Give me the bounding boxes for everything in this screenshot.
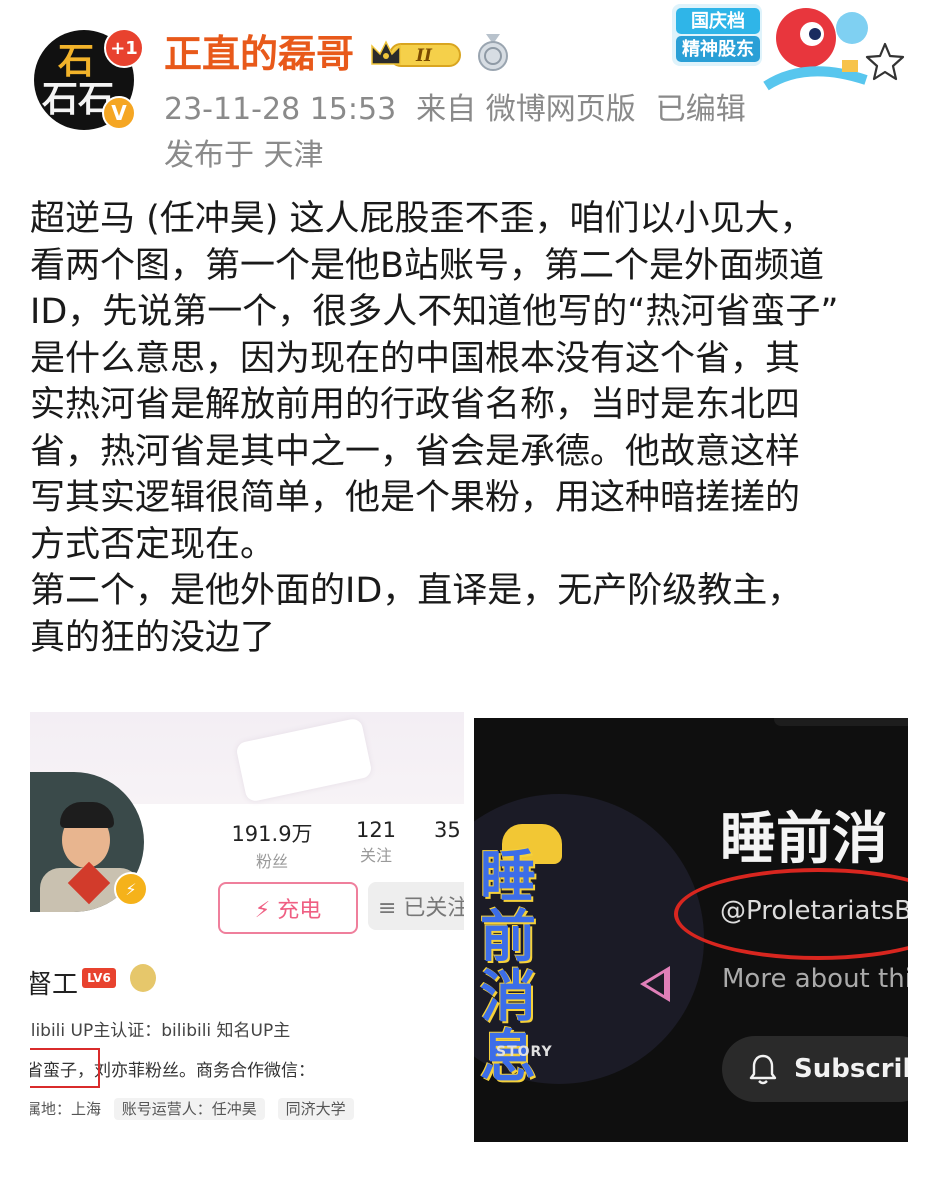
tag-location: 属地：上海 bbox=[30, 1100, 102, 1118]
promo-line2: 精神股东 bbox=[682, 38, 754, 60]
promo-line1: 国庆档 bbox=[691, 10, 745, 32]
tag-school: 同济大学 bbox=[277, 1098, 354, 1120]
post-body-text: 超逆马 (任冲昊) 这人屁股歪不歪，咱们以小见大， 看两个图，第一个是他B站账号… bbox=[30, 199, 839, 658]
stat-number: 35 bbox=[434, 818, 461, 842]
followed-button: ≡ 已关注 bbox=[368, 882, 464, 930]
channel-title: 睡前消 bbox=[720, 807, 888, 872]
stat-label: 粉丝 bbox=[255, 852, 288, 871]
profile-tags: 属地：上海 账号运营人：任冲昊 同济大学 bbox=[30, 1098, 354, 1120]
verified-badge: V bbox=[102, 96, 136, 130]
crown-level-text: II bbox=[415, 46, 433, 66]
stat-fans: 191.9万 粉丝 bbox=[230, 818, 314, 872]
red-highlight-box bbox=[30, 1048, 100, 1088]
favorite-star-icon[interactable] bbox=[864, 40, 906, 82]
lightning-icon: ⚡ bbox=[114, 872, 148, 906]
edited-label[interactable]: 已编辑 bbox=[656, 92, 746, 127]
bio-rest: 刘亦菲粉丝。商务合作微信： bbox=[94, 1061, 315, 1081]
tag-operator: 账号运营人：任冲昊 bbox=[113, 1098, 265, 1120]
post-source[interactable]: 来自 微博网页版 bbox=[416, 92, 636, 127]
timestamp: 23-11-28 15:53 bbox=[164, 92, 397, 127]
bell-icon bbox=[749, 1054, 777, 1085]
stat-following: 121 关注 bbox=[348, 818, 404, 866]
avatar-glyph: 石 bbox=[58, 41, 95, 82]
triangle-decoration-inner bbox=[646, 973, 664, 995]
post-meta: 23-11-28 15:53 来自 微博网页版 已编辑 bbox=[164, 90, 766, 130]
profile-name: 督工 bbox=[30, 970, 79, 1000]
level-badge: LV6 bbox=[82, 968, 116, 988]
top-bar bbox=[774, 718, 908, 726]
medal-icon[interactable] bbox=[476, 34, 510, 72]
stat-number: 121 bbox=[355, 818, 397, 842]
stat-likes: 35 bbox=[434, 818, 464, 842]
plus-one-badge: +1 bbox=[104, 28, 144, 68]
stat-label: 关注 bbox=[359, 846, 392, 865]
up-verification: ilibili UP主认证：bilibili 知名UP主 bbox=[30, 1021, 291, 1041]
post-image-1[interactable]: ⚡ 191.9万 粉丝 121 关注 35 ⚡ 充电 ≡ 已关注 督工 LV6 … bbox=[30, 712, 464, 1142]
post-image-2[interactable]: 睡前消息 STORY 睡前消 @ProletariatsB More about… bbox=[474, 718, 908, 1142]
promo-badge[interactable]: 国庆档 精神股东 bbox=[666, 0, 876, 96]
post-location: 发布于 天津 bbox=[164, 138, 324, 173]
stat-number: 191.9万 bbox=[231, 822, 313, 846]
more-about-link: More about this bbox=[722, 964, 908, 994]
charge-button: ⚡ 充电 bbox=[218, 882, 358, 934]
red-highlight-ellipse bbox=[674, 868, 908, 960]
emblem-icon bbox=[130, 964, 156, 992]
username[interactable]: 正直的磊哥 bbox=[164, 30, 354, 78]
crown-level-badge[interactable]: II bbox=[368, 38, 464, 70]
logo-story-text: STORY bbox=[496, 1044, 553, 1060]
